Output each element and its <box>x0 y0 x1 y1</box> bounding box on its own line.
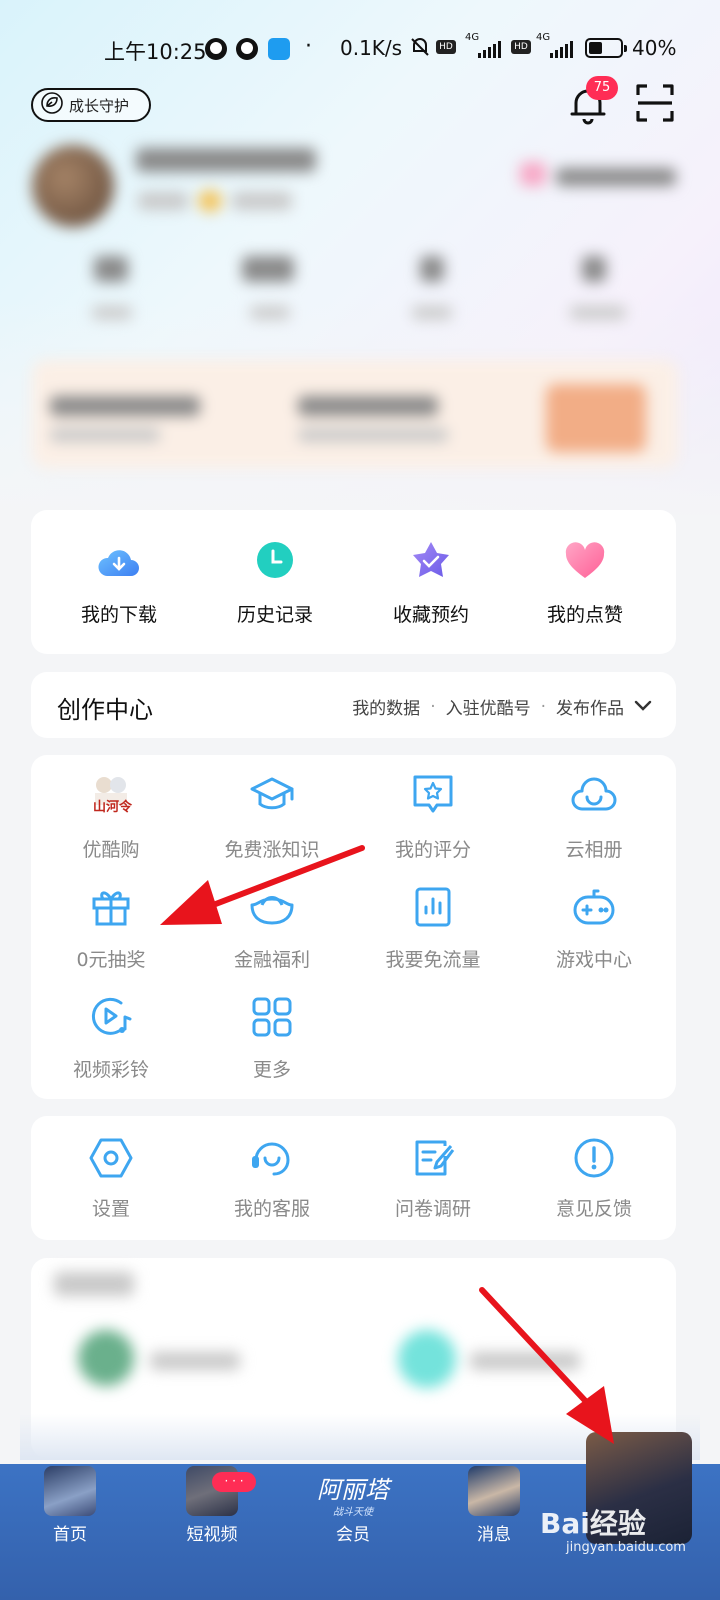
messages-tab-icon <box>468 1466 520 1516</box>
service-my-rating[interactable]: 我的评分 <box>373 771 493 862</box>
creation-center-card: 创作中心 我的数据 · 入驻优酷号 · 发布作品 <box>31 672 676 738</box>
graduation-cap-icon <box>250 777 294 810</box>
watermark-url: jingyan.baidu.com <box>566 1540 686 1555</box>
scan-icon <box>636 84 674 122</box>
creation-center-links: 我的数据 · 入驻优酷号 · 发布作品 <box>352 694 652 719</box>
youku-shop-icon: 山河令 <box>93 777 133 815</box>
service-finance-benefits[interactable]: 金融福利 <box>212 883 332 972</box>
service-more[interactable]: 更多 <box>212 993 332 1082</box>
app-notification-icon <box>268 38 290 60</box>
service-free-lottery[interactable]: 0元抽奖 <box>51 883 171 972</box>
headset-icon <box>252 1142 290 1176</box>
star-check-icon <box>413 542 449 577</box>
creation-center-title: 创作中心 <box>57 696 153 724</box>
service-youku-shop[interactable]: 山河令 优酷购 <box>51 771 171 862</box>
service-video-ringtone[interactable]: 视频彩铃 <box>51 993 171 1082</box>
clock-icon <box>257 542 293 578</box>
tools-card: 设置 我的客服 问卷调研 意见反馈 <box>31 1116 676 1240</box>
network-speed: 0.1K/s <box>340 36 403 60</box>
services-card: 山河令 优酷购 免费涨知识 我的评分 云相册 0元抽奖 金融福利 我要免流量 游… <box>31 755 676 1099</box>
leaf-icon <box>41 92 63 118</box>
service-game-center[interactable]: 游戏中心 <box>534 883 654 972</box>
status-time: 上午10:25 <box>104 40 207 64</box>
scan-button[interactable] <box>634 82 676 124</box>
download-cloud-icon <box>98 550 139 576</box>
link-join-youku[interactable]: 入驻优酷号 <box>446 694 531 719</box>
network-type: 4G <box>536 32 551 43</box>
tool-settings[interactable]: 设置 <box>51 1134 171 1221</box>
quick-action-favorites[interactable]: 收藏预约 <box>381 538 481 627</box>
link-my-data[interactable]: 我的数据 <box>352 694 420 719</box>
gift-icon <box>92 891 130 926</box>
network-type: 4G <box>465 32 480 43</box>
video-ringtone-icon <box>91 997 132 1035</box>
settings-hexagon-icon <box>89 1138 133 1178</box>
cloud-smile-icon <box>571 777 617 811</box>
grid-more-icon <box>252 997 292 1037</box>
tool-customer-service[interactable]: 我的客服 <box>212 1134 332 1221</box>
home-tab-icon <box>44 1466 96 1516</box>
nav-vip[interactable]: 会员 <box>313 1464 393 1545</box>
service-free-data[interactable]: 我要免流量 <box>373 883 493 972</box>
tool-survey[interactable]: 问卷调研 <box>373 1134 493 1221</box>
quick-action-history[interactable]: 历史记录 <box>225 538 325 627</box>
gold-ingot-icon <box>250 896 294 925</box>
mute-bell-icon <box>409 36 431 63</box>
rating-star-icon <box>413 775 453 813</box>
growth-guard-button[interactable]: 成长守护 <box>31 88 151 122</box>
qq-notification-icon <box>205 38 227 60</box>
hd-icon: HD <box>511 40 531 54</box>
status-dot: · <box>305 34 312 59</box>
link-publish-work[interactable]: 发布作品 <box>556 694 624 719</box>
quick-action-likes[interactable]: 我的点赞 <box>535 538 635 627</box>
battery-level: 40% <box>632 36 677 60</box>
service-free-knowledge[interactable]: 免费涨知识 <box>212 771 332 862</box>
chevron-down-icon[interactable] <box>634 697 652 717</box>
nav-home[interactable]: 首页 <box>30 1464 110 1545</box>
svg-text:山河令: 山河令 <box>93 799 133 815</box>
gamepad-icon <box>573 889 615 925</box>
data-chart-icon <box>415 887 451 927</box>
status-bar: 上午10:25 · 0.1K/s HD 4G HD 4G 40% <box>0 30 720 70</box>
avatar[interactable] <box>32 145 114 227</box>
growth-guard-label: 成长守护 <box>69 96 130 115</box>
short-video-badge: · · · <box>212 1472 256 1492</box>
nav-messages[interactable]: 消息 <box>454 1464 534 1545</box>
signal-icon <box>550 40 573 58</box>
quick-action-downloads[interactable]: 我的下载 <box>69 538 169 627</box>
notification-badge: 75 <box>586 76 618 100</box>
alert-circle-icon <box>574 1138 614 1178</box>
quick-actions-card: 我的下载 历史记录 收藏预约 我的点赞 <box>31 510 676 654</box>
signal-icon <box>478 40 501 58</box>
qq-notification-icon <box>236 38 258 60</box>
baidu-watermark: Bai经验 <box>540 1507 646 1540</box>
service-cloud-album[interactable]: 云相册 <box>534 771 654 862</box>
tool-feedback[interactable]: 意见反馈 <box>534 1134 654 1221</box>
battery-icon <box>585 38 627 58</box>
survey-edit-icon <box>415 1140 455 1176</box>
heart-icon <box>565 542 605 578</box>
hd-icon: HD <box>436 40 456 54</box>
